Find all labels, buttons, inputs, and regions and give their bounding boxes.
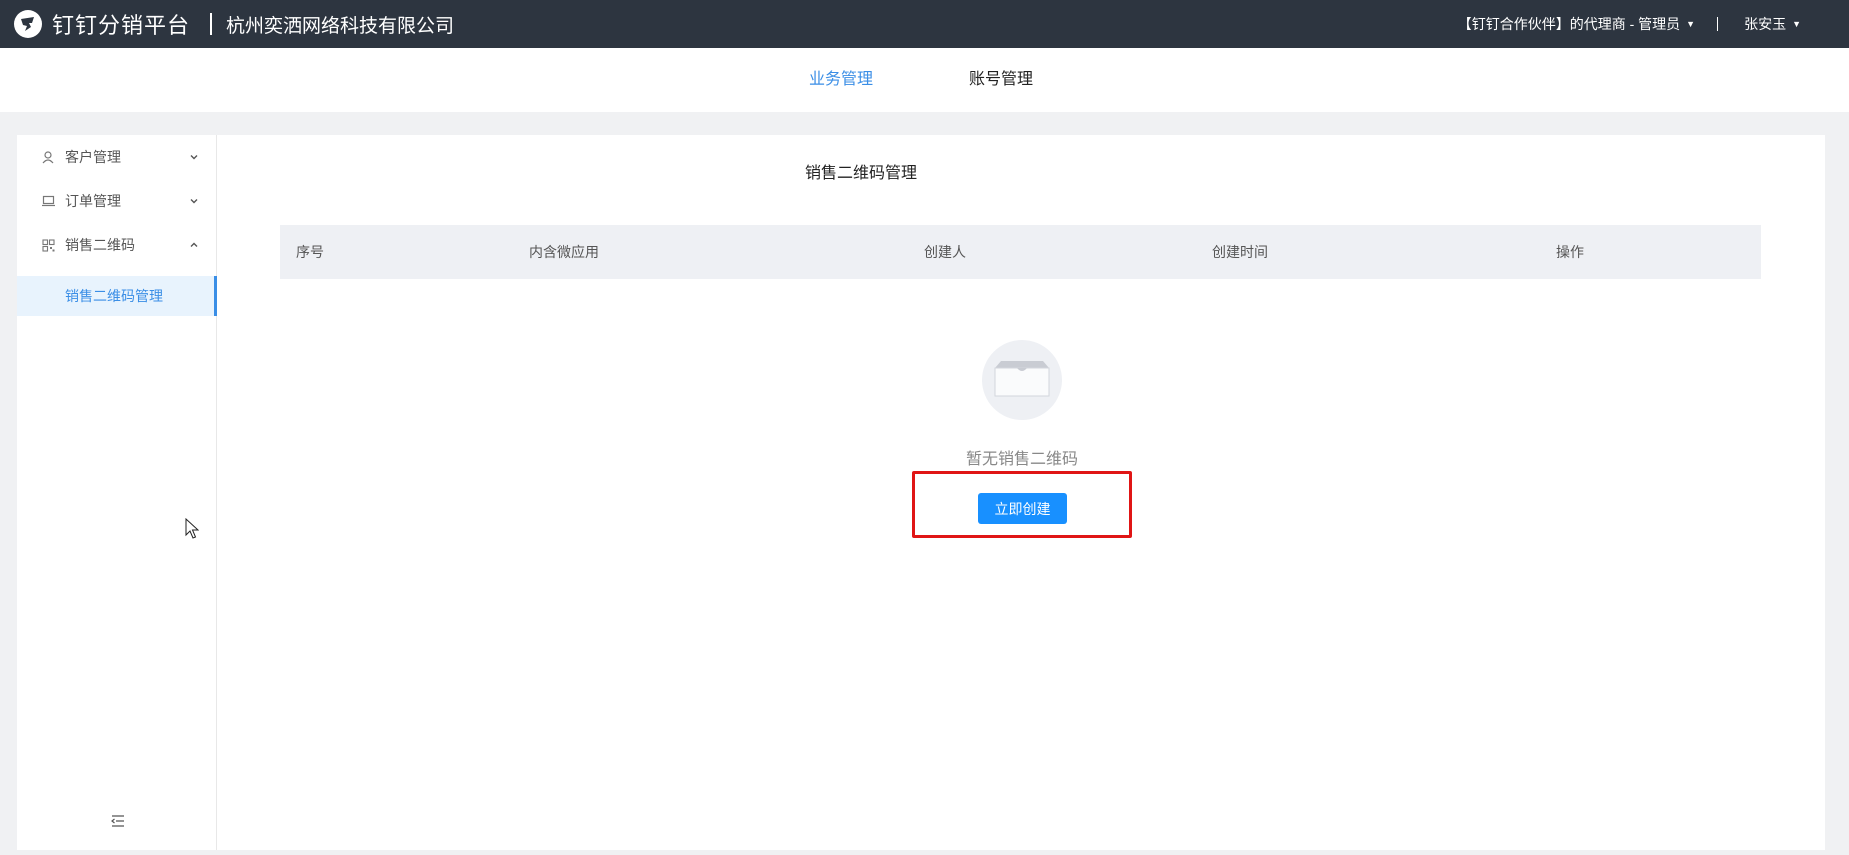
chevron-down-icon (190, 199, 198, 204)
tab-business-management[interactable]: 业务管理 (809, 48, 873, 112)
sidebar-item-orders[interactable]: 订单管理 (17, 179, 216, 223)
top-bar: 钉钉分销平台 杭州奕洒网络科技有限公司 【钉钉合作伙伴】的代理商 - 管理员 ▼… (0, 0, 1849, 48)
top-divider (1717, 17, 1719, 31)
table-header: 序号 内含微应用 创建人 创建时间 操作 (280, 225, 1761, 279)
role-dropdown[interactable]: 【钉钉合作伙伴】的代理商 - 管理员 ▼ (1458, 14, 1695, 34)
role-label: 【钉钉合作伙伴】的代理商 - 管理员 (1457, 16, 1681, 32)
sidebar-subitem-sales-qrcode-management[interactable]: 销售二维码管理 (17, 276, 217, 316)
qrcode-icon (41, 238, 55, 252)
company-name: 杭州奕洒网络科技有限公司 (226, 15, 455, 37)
user-name: 张安玉 (1744, 16, 1787, 32)
chevron-down-icon (190, 155, 198, 160)
menu-collapse-icon[interactable] (110, 814, 126, 828)
create-now-button[interactable]: 立即创建 (978, 493, 1067, 524)
tab-account-management[interactable]: 账号管理 (969, 48, 1033, 112)
column-header-actions: 操作 (1556, 244, 1584, 260)
caret-down-icon: ▼ (1686, 19, 1696, 29)
sidebar-item-customers[interactable]: 客户管理 (17, 135, 216, 179)
mouse-cursor-icon (185, 518, 199, 539)
main-content: 销售二维码管理 序号 内含微应用 创建人 创建时间 操作 暂无销售二维码 立即创… (217, 135, 1825, 850)
laptop-icon (41, 194, 55, 208)
brand[interactable]: 钉钉分销平台 (14, 8, 190, 40)
sidebar-item-sales-qrcode[interactable]: 销售二维码 (17, 223, 216, 267)
sidebar-item-label: 客户管理 (65, 149, 121, 165)
user-dropdown[interactable]: 张安玉 ▼ (1744, 14, 1801, 34)
chevron-up-icon (190, 242, 198, 247)
column-header-creator: 创建人 (924, 244, 966, 260)
column-header-created-time: 创建时间 (1212, 244, 1268, 260)
empty-state-text: 暂无销售二维码 (965, 451, 1078, 468)
column-header-micro-apps: 内含微应用 (529, 244, 599, 260)
top-right-area: 【钉钉合作伙伴】的代理商 - 管理员 ▼ 张安玉 ▼ (1458, 0, 1801, 48)
empty-box-icon (982, 340, 1062, 420)
sidebar-item-label: 销售二维码 (65, 237, 135, 253)
user-icon (41, 150, 55, 164)
column-header-index: 序号 (296, 244, 324, 260)
caret-down-icon: ▼ (1792, 19, 1801, 29)
app-name: 钉钉分销平台 (52, 13, 191, 38)
page-title: 销售二维码管理 (804, 165, 917, 182)
nav-bar: 业务管理 账号管理 (0, 48, 1849, 112)
brand-divider (210, 13, 213, 35)
sidebar-item-label: 订单管理 (65, 193, 121, 209)
dingtalk-logo-icon (14, 10, 42, 38)
sidebar: 客户管理 订单管理 销售二维码 销售二维码管理 (17, 135, 217, 850)
